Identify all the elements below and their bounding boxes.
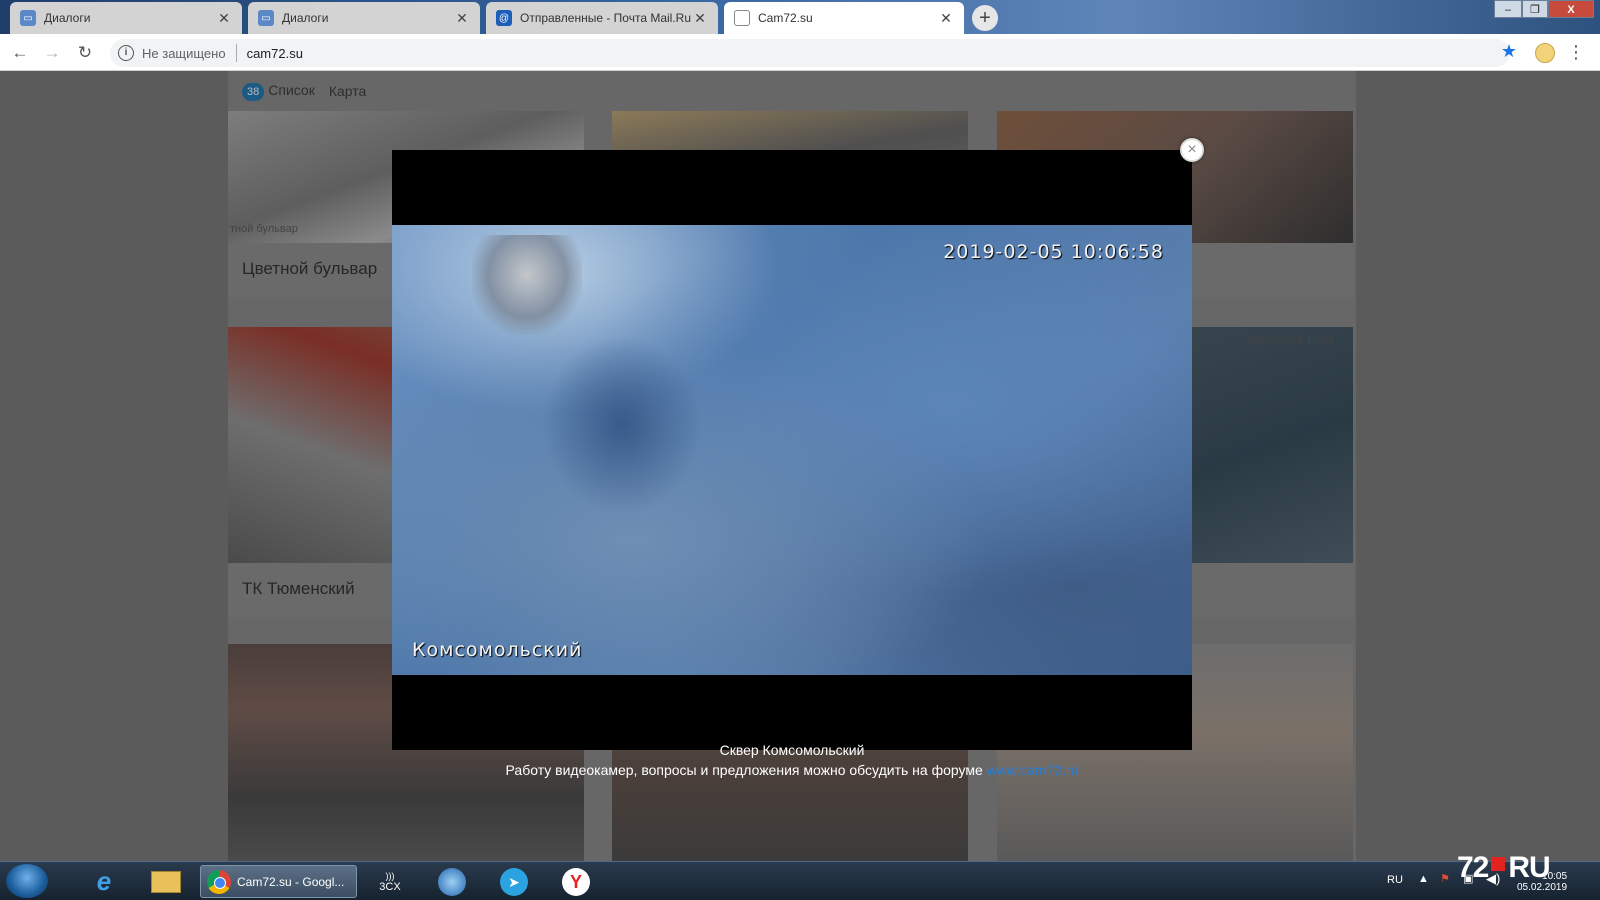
menu-icon[interactable]: ⋮: [1567, 41, 1585, 63]
taskbar-window-label: Cam72.su - Googl...: [237, 874, 345, 889]
vk-dialogs-icon: ▭: [258, 10, 274, 26]
tab-dialogs-1[interactable]: ▭ Диалоги ✕: [10, 2, 242, 34]
browser-toolbar: ← → ↻ i Не защищено cam72.su ★ ⋮: [0, 34, 1600, 71]
view-tabs: 38 Список Карта: [228, 71, 1356, 111]
taskbar-chrome-window[interactable]: Cam72.su - Googl...: [200, 865, 357, 898]
show-hidden-icons-icon[interactable]: ▲: [1418, 873, 1429, 885]
72ru-watermark: 72 RU: [1457, 851, 1551, 885]
tab-dialogs-2[interactable]: ▭ Диалоги ✕: [248, 2, 480, 34]
lightbox-description: Работу видеокамер, вопросы и предложения…: [392, 762, 1192, 778]
reload-button[interactable]: ↻: [73, 41, 97, 65]
camera-count-badge: 38: [242, 82, 265, 101]
tab-title: Диалоги: [282, 11, 329, 25]
divider: [235, 44, 237, 62]
close-icon[interactable]: ✕: [454, 10, 470, 27]
close-icon[interactable]: ✕: [692, 10, 708, 27]
tab-title: Отправленные - Почта Mail.Ru: [520, 11, 691, 25]
security-label: Не защищено: [142, 45, 226, 61]
close-icon[interactable]: ✕: [216, 10, 232, 27]
action-center-icon[interactable]: ⚑: [1440, 872, 1450, 885]
watermark-red-square: [1491, 857, 1506, 871]
thumbnail-overlay-text: 2019-02-05 10:04: [1247, 335, 1334, 347]
video-frame-detail: [542, 335, 702, 515]
restore-button[interactable]: ❐: [1522, 0, 1548, 18]
lightbox-description-text: Работу видеокамер, вопросы и предложения…: [505, 762, 983, 778]
video-lightbox: 2019-02-05 10:06:58 Комсомольский: [392, 150, 1192, 750]
internet-explorer-icon[interactable]: e: [78, 865, 130, 898]
forum-link[interactable]: www.cam72.ru: [987, 762, 1079, 778]
yandex-browser-icon[interactable]: Y: [550, 865, 602, 898]
file-explorer-icon[interactable]: [140, 865, 192, 898]
chrome-icon: [207, 869, 231, 894]
tab-cam72[interactable]: Cam72.su ✕: [724, 2, 964, 34]
thunderbird-icon[interactable]: [426, 865, 478, 898]
3cx-label: 3CX: [379, 880, 401, 893]
info-icon[interactable]: i: [118, 45, 134, 61]
language-indicator[interactable]: RU: [1387, 874, 1403, 886]
forward-button[interactable]: →: [40, 41, 64, 65]
back-button[interactable]: ←: [8, 41, 32, 65]
vk-dialogs-icon: ▭: [20, 10, 36, 26]
profile-avatar[interactable]: [1535, 43, 1555, 63]
lightbox-close-button[interactable]: ×: [1180, 138, 1204, 162]
bookmark-star-icon[interactable]: ★: [1501, 41, 1517, 62]
video-timestamp: 2019-02-05 10:06:58: [943, 241, 1164, 263]
tab-title: Диалоги: [44, 11, 91, 25]
lightbox-title: Сквер Комсомольский: [719, 742, 865, 758]
watermark-number: 72: [1457, 851, 1489, 884]
watermark-suffix: RU: [1508, 851, 1550, 884]
tab-strip: ▭ Диалоги ✕ ▭ Диалоги ✕ @ Отправленные -…: [0, 0, 1600, 34]
taskbar: e Cam72.su - Googl... ))) 3CX ➤ Y RU ▲ ⚑…: [0, 861, 1600, 900]
thumbnail-overlay-text: тной бульвар: [230, 223, 298, 235]
address-bar[interactable]: i Не защищено cam72.su: [110, 39, 1510, 67]
tab-mailru[interactable]: @ Отправленные - Почта Mail.Ru ✕: [486, 2, 718, 34]
list-view-tab[interactable]: 38 Список: [242, 82, 315, 101]
3cx-icon[interactable]: ))) 3CX: [364, 865, 416, 898]
url-text[interactable]: cam72.su: [247, 46, 303, 61]
page-icon: [734, 10, 750, 26]
new-tab-button[interactable]: +: [972, 5, 998, 31]
telegram-icon[interactable]: ➤: [488, 865, 540, 898]
minimize-button[interactable]: –: [1494, 0, 1522, 18]
start-button[interactable]: [6, 864, 48, 898]
close-window-button[interactable]: X: [1548, 0, 1594, 18]
close-icon[interactable]: ✕: [938, 10, 954, 27]
tab-title: Cam72.su: [758, 11, 813, 25]
video-location-label: Комсомольский: [412, 639, 583, 661]
map-view-tab[interactable]: Карта: [329, 83, 366, 99]
mailru-icon: @: [496, 10, 512, 26]
list-view-label: Список: [268, 81, 315, 98]
camera-video[interactable]: 2019-02-05 10:06:58 Комсомольский: [392, 225, 1192, 675]
video-frame-detail: [472, 235, 582, 335]
wifi-icon: ))): [385, 870, 395, 881]
